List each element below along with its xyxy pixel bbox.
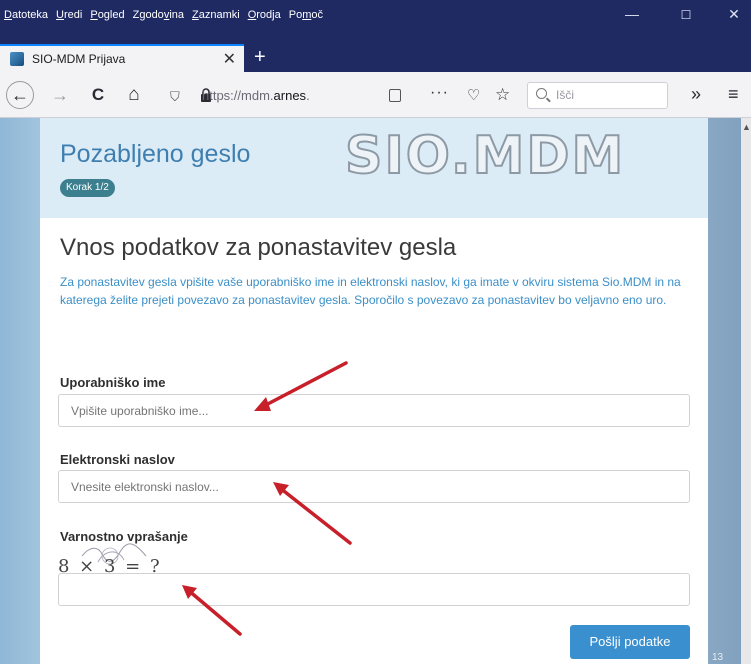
maximize-button[interactable]: ☐: [676, 8, 696, 22]
submit-button[interactable]: Pošlji podatke: [570, 625, 690, 659]
scroll-up-icon[interactable]: ▲: [742, 122, 751, 132]
forward-button[interactable]: →: [46, 82, 74, 108]
pocket-icon[interactable]: ♡: [467, 86, 480, 104]
menu-orodja[interactable]: Orodja: [248, 9, 281, 21]
overflow-menu-icon[interactable]: »: [691, 84, 701, 105]
tab-title: SIO-MDM Prijava: [32, 52, 126, 66]
url-suffix: .: [306, 88, 310, 103]
bookmark-star-icon[interactable]: ☆: [495, 85, 510, 105]
close-window-button[interactable]: ✕: [724, 6, 744, 23]
menu-pogled[interactable]: Pogled: [90, 9, 124, 21]
url-prefix: https://mdm.: [202, 88, 274, 103]
page-number: 13: [712, 652, 724, 663]
logo-text: SIO.MDM: [344, 126, 626, 186]
security-answer-input[interactable]: [58, 573, 690, 606]
vertical-scrollbar[interactable]: [741, 118, 751, 664]
menu-datoteka[interactable]: Datoteka: [4, 9, 48, 21]
menu-uredi[interactable]: Uredi: [56, 9, 82, 21]
page-actions-menu[interactable]: ···: [430, 84, 449, 102]
favicon-icon: [10, 52, 24, 66]
reset-password-panel: Pozabljeno geslo Korak 1/2 SIO.MDM Vnos …: [40, 118, 708, 664]
menu-bar: Datoteka Uredi Pogled Zgodovina Zaznamki…: [4, 9, 323, 21]
window-titlebar: Datoteka Uredi Pogled Zgodovina Zaznamki…: [0, 0, 751, 40]
reload-button[interactable]: C: [84, 82, 112, 108]
reader-view-icon[interactable]: [389, 89, 401, 102]
new-tab-button[interactable]: +: [254, 46, 266, 69]
page-title: Pozabljeno geslo: [60, 140, 251, 168]
home-button[interactable]: ⌂: [120, 82, 148, 108]
page-background: Pozabljeno geslo Korak 1/2 SIO.MDM Vnos …: [0, 118, 751, 664]
form-heading: Vnos podatkov za ponastavitev gesla: [60, 234, 457, 261]
step-badge: Korak 1/2: [60, 179, 115, 197]
tab-sio-mdm-prijava[interactable]: SIO-MDM Prijava ✕: [0, 44, 244, 72]
navigation-toolbar: ← → C ⌂ ⛉ https://mdm.arnes. ··· ♡ ☆ Išč…: [0, 72, 751, 118]
form-intro-text: Za ponastavitev gesla vpišite vaše upora…: [60, 275, 681, 307]
url-host: arnes: [273, 88, 307, 103]
sio-mdm-logo: SIO.MDM: [344, 126, 693, 186]
tab-strip: SIO-MDM Prijava ✕ +: [0, 40, 751, 72]
email-input[interactable]: [58, 470, 690, 503]
menu-zgodovina[interactable]: Zgodovina: [133, 9, 184, 21]
close-tab-icon[interactable]: ✕: [223, 49, 236, 69]
hamburger-menu-icon[interactable]: ≡: [728, 84, 739, 105]
back-button[interactable]: ←: [6, 81, 34, 109]
email-label: Elektronski naslov: [60, 452, 175, 467]
url-bar[interactable]: https://mdm.arnes.: [160, 82, 418, 109]
menu-pomoc[interactable]: Pomoč: [289, 9, 323, 21]
search-box[interactable]: Išči: [527, 82, 668, 109]
username-label: Uporabniško ime: [60, 375, 166, 390]
menu-zaznamki[interactable]: Zaznamki: [192, 9, 240, 21]
search-placeholder: Išči: [556, 88, 574, 102]
minimize-button[interactable]: —: [622, 6, 642, 22]
username-input[interactable]: [58, 394, 690, 427]
panel-header: Pozabljeno geslo Korak 1/2 SIO.MDM: [40, 118, 708, 218]
search-icon: [536, 88, 547, 99]
